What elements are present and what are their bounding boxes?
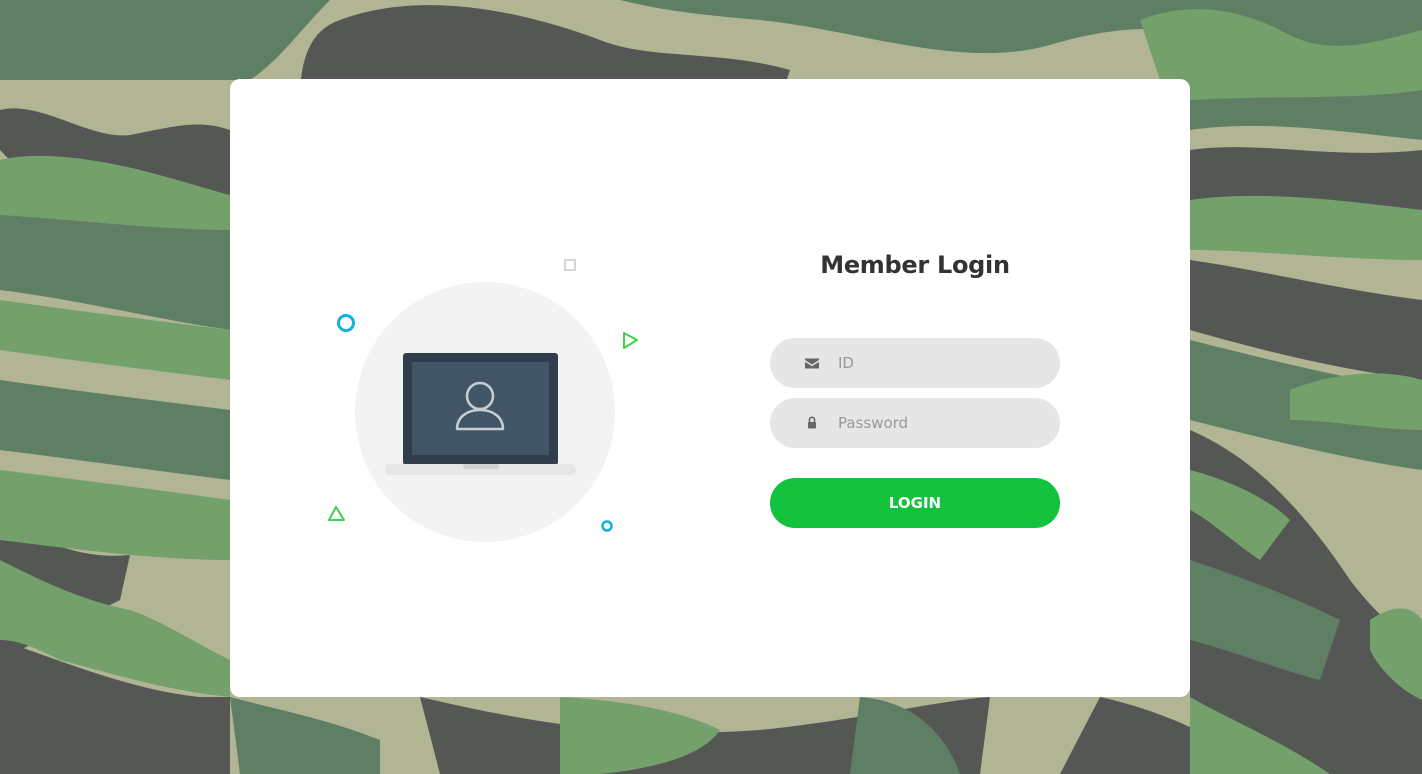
lock-icon	[808, 416, 816, 429]
envelope-icon	[805, 358, 819, 369]
id-field[interactable]	[770, 338, 1060, 388]
id-input[interactable]	[838, 338, 1038, 388]
password-input[interactable]	[838, 398, 1038, 448]
page-title: Member Login	[820, 251, 1010, 279]
password-field[interactable]	[770, 398, 1060, 448]
laptop-user-icon	[385, 353, 576, 475]
square-shape-icon	[564, 259, 576, 271]
small-circle-shape-icon	[601, 520, 613, 532]
triangle-up-shape-icon	[328, 506, 345, 521]
login-button[interactable]: LOGIN	[770, 478, 1060, 528]
circle-shape-icon	[337, 314, 355, 332]
login-illustration	[328, 259, 638, 542]
triangle-right-shape-icon	[623, 332, 638, 349]
login-card: Member Login LOGIN	[230, 79, 1190, 697]
